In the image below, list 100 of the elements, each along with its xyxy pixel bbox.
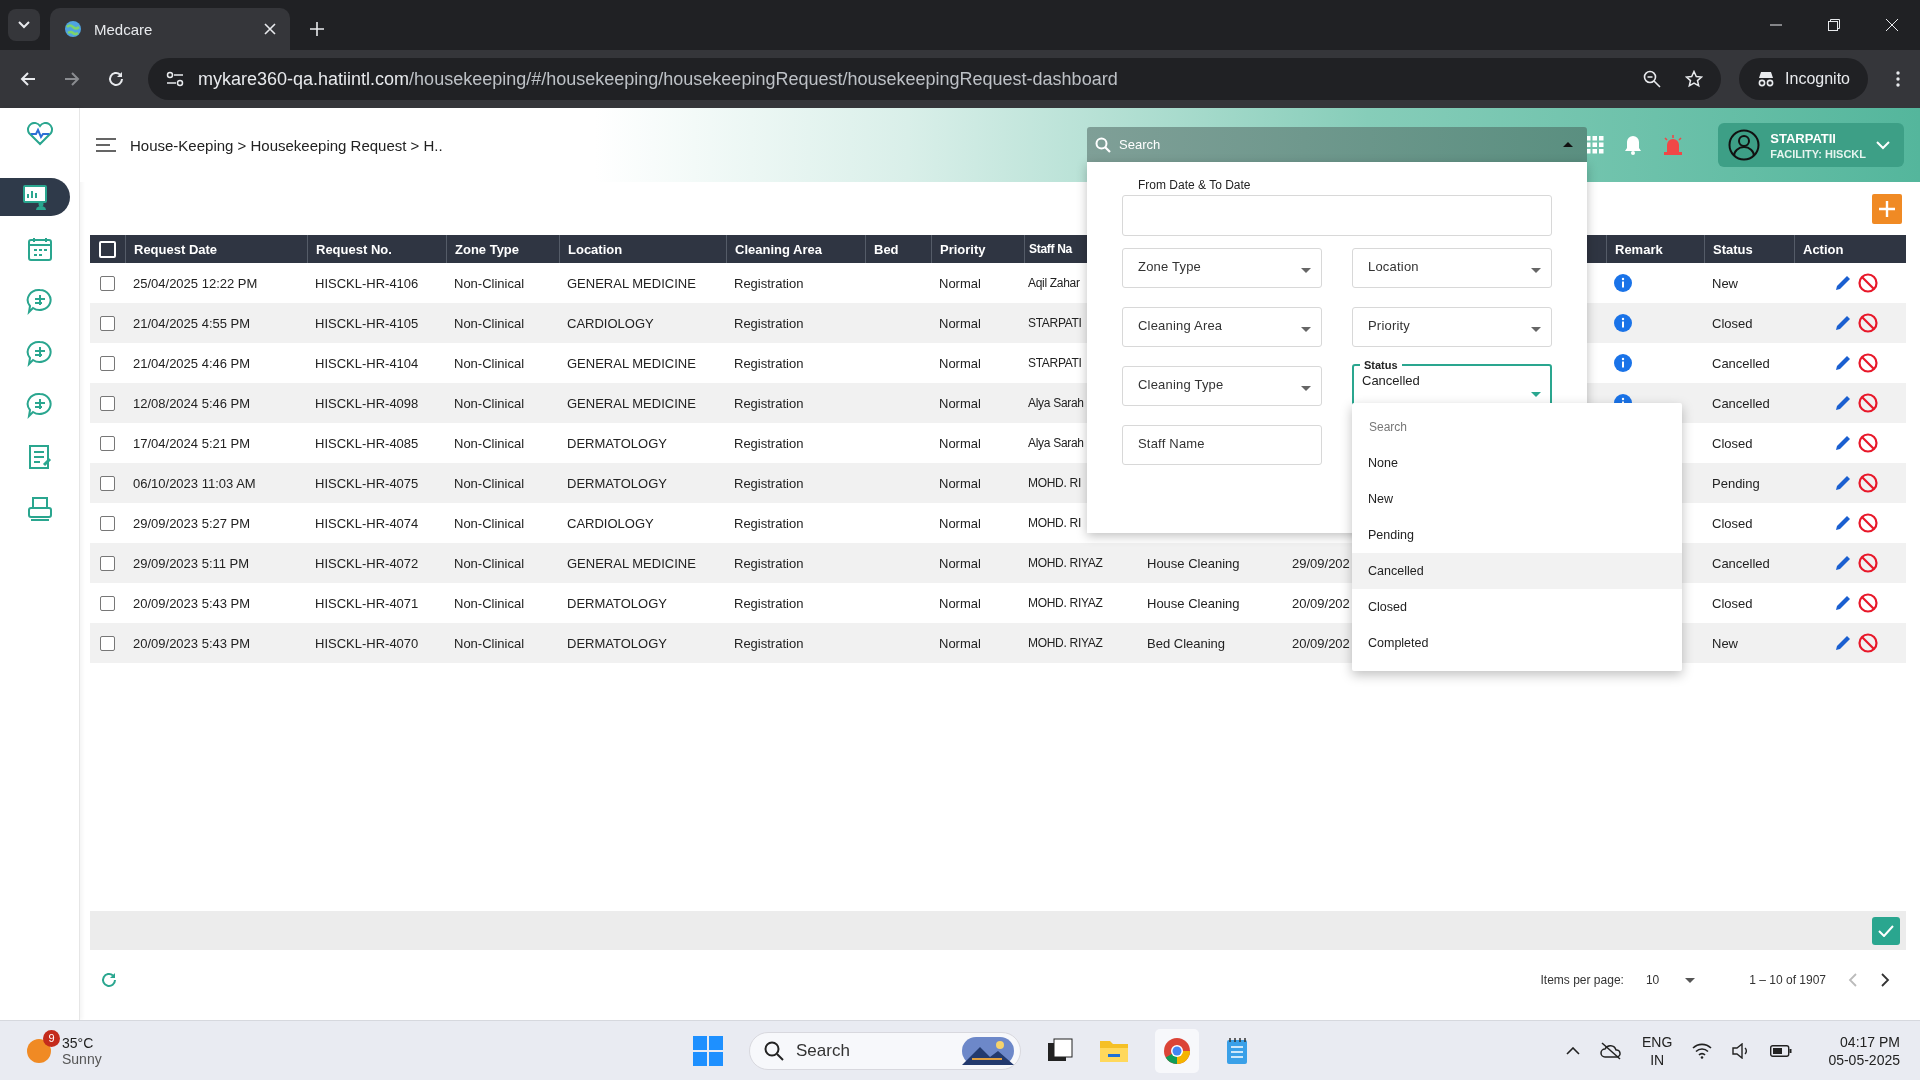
more-icon[interactable] — [1896, 71, 1900, 87]
start-icon[interactable] — [693, 1036, 723, 1066]
status-option[interactable]: New — [1352, 481, 1682, 517]
edit-icon[interactable] — [1834, 514, 1852, 532]
caret-down-icon — [1531, 392, 1541, 397]
task-view-icon[interactable] — [1047, 1038, 1073, 1064]
filter-select[interactable]: Location — [1352, 248, 1552, 288]
block-icon[interactable] — [1858, 513, 1878, 533]
block-icon[interactable] — [1858, 313, 1878, 333]
add-button[interactable] — [1872, 193, 1902, 224]
status-option[interactable]: Cancelled — [1352, 553, 1682, 589]
block-icon[interactable] — [1858, 593, 1878, 613]
table-cell: Registration — [734, 515, 804, 531]
table-cell: Normal — [939, 555, 981, 571]
table-cell: GENERAL MEDICINE — [567, 395, 696, 411]
zoom-icon[interactable] — [1643, 70, 1662, 88]
row-checkbox[interactable] — [100, 515, 115, 531]
edit-icon[interactable] — [1834, 474, 1852, 492]
back-icon[interactable] — [20, 71, 36, 87]
block-icon[interactable] — [1858, 433, 1878, 453]
table-cell: Registration — [734, 275, 804, 291]
sidebar-item[interactable] — [0, 178, 70, 216]
forward-icon[interactable] — [64, 71, 80, 87]
staff-name-field[interactable]: Staff Name — [1122, 425, 1322, 465]
status-option[interactable]: Completed — [1352, 625, 1682, 661]
next-page-icon[interactable] — [1880, 973, 1890, 987]
wifi-icon[interactable] — [1692, 1042, 1713, 1059]
table-cell: MOHD. RIYAZ — [1028, 556, 1103, 570]
status-option[interactable]: None — [1352, 445, 1682, 481]
menu-icon[interactable] — [96, 138, 116, 152]
row-checkbox[interactable] — [100, 275, 115, 291]
column-header: Remark — [1615, 241, 1663, 257]
new-tab-icon[interactable] — [310, 22, 324, 36]
edit-icon[interactable] — [1834, 434, 1852, 452]
status-option[interactable]: Closed — [1352, 589, 1682, 625]
site-settings-icon[interactable] — [166, 71, 184, 87]
address-bar[interactable]: mykare360-qa.hatiintl.com/housekeeping/#/housekeeping/housekeepingRequest/housekeepingRequest-dashboard — [148, 58, 1722, 100]
block-icon[interactable] — [1858, 553, 1878, 573]
user-name: STARPATIl — [1770, 130, 1837, 146]
field-label: Status — [1364, 359, 1398, 371]
table-cell: Non-Clinical — [454, 475, 525, 491]
clock[interactable]: 04:17 PM 05-05-2025 — [1828, 1032, 1900, 1069]
row-checkbox[interactable] — [100, 555, 115, 571]
block-icon[interactable] — [1858, 473, 1878, 493]
chevron-up-icon[interactable] — [1566, 1046, 1581, 1055]
edit-icon[interactable] — [1834, 394, 1852, 412]
table-cell: New — [1712, 275, 1738, 291]
apps-grid-icon[interactable] — [1586, 136, 1605, 154]
cloud-off-icon[interactable] — [1600, 1041, 1623, 1060]
row-checkbox[interactable] — [100, 435, 115, 451]
table-cell: Normal — [939, 475, 981, 491]
close-icon[interactable] — [264, 23, 276, 35]
taskbar-search[interactable]: Search — [749, 1032, 1021, 1070]
language-indicator[interactable]: ENG IN — [1642, 1032, 1673, 1069]
row-checkbox[interactable] — [100, 395, 115, 411]
browser-tab[interactable]: Medcare — [50, 8, 290, 50]
table-cell: Closed — [1712, 595, 1753, 611]
block-icon[interactable] — [1858, 353, 1878, 373]
block-icon[interactable] — [1858, 393, 1878, 413]
row-checkbox[interactable] — [100, 635, 115, 651]
folder-icon[interactable] — [1099, 1038, 1129, 1064]
filter-select[interactable]: Priority — [1352, 307, 1552, 347]
date-range-field[interactable] — [1122, 195, 1552, 236]
table-cell: Normal — [939, 315, 981, 331]
close-icon[interactable] — [1886, 19, 1898, 31]
block-icon[interactable] — [1858, 273, 1878, 293]
star-icon[interactable] — [1685, 70, 1704, 88]
table-cell: Registration — [734, 475, 804, 491]
refresh-icon[interactable] — [101, 972, 117, 988]
info-icon[interactable] — [1614, 314, 1632, 332]
battery-icon[interactable] — [1770, 1044, 1793, 1057]
edit-icon[interactable] — [1834, 314, 1852, 332]
row-checkbox[interactable] — [100, 355, 115, 371]
edit-icon[interactable] — [1834, 354, 1852, 372]
block-icon[interactable] — [1858, 633, 1878, 653]
filter-select[interactable]: Zone Type — [1122, 248, 1322, 288]
row-checkbox[interactable] — [100, 595, 115, 611]
reload-icon[interactable] — [108, 71, 124, 87]
select-all-checkbox[interactable] — [99, 240, 116, 258]
edit-icon[interactable] — [1834, 554, 1852, 572]
column-header: Bed — [874, 241, 899, 257]
page-size-select[interactable]: 10 — [1645, 973, 1696, 987]
status-option[interactable]: Pending — [1352, 517, 1682, 553]
confirm-button[interactable] — [1872, 916, 1900, 945]
filter-select[interactable]: Cleaning Type — [1122, 366, 1322, 406]
filter-select[interactable]: Cleaning Area — [1122, 307, 1322, 347]
info-icon[interactable] — [1614, 354, 1632, 372]
edit-icon[interactable] — [1834, 274, 1852, 292]
edit-icon[interactable] — [1834, 594, 1852, 612]
edit-icon[interactable] — [1834, 634, 1852, 652]
option-search-field[interactable]: Search — [1352, 409, 1682, 445]
tab-search-button[interactable] — [8, 9, 40, 41]
restore-icon[interactable] — [1828, 19, 1840, 31]
row-checkbox[interactable] — [100, 315, 115, 331]
table-cell: DERMATOLOGY — [567, 635, 667, 651]
row-checkbox[interactable] — [100, 475, 115, 491]
notepad-icon[interactable] — [1225, 1037, 1249, 1065]
table-cell: Non-Clinical — [454, 555, 525, 571]
incognito-button[interactable]: Incognito — [1739, 58, 1868, 100]
info-icon[interactable] — [1614, 274, 1632, 292]
